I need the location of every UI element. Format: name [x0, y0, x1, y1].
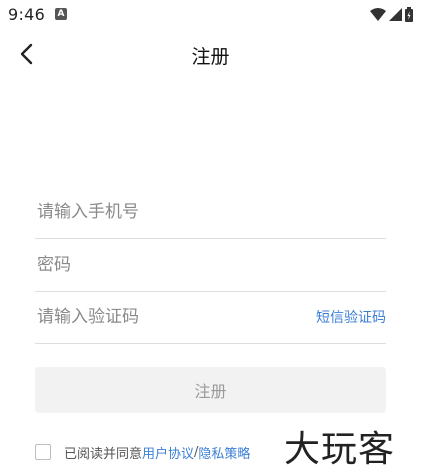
- battery-icon: [405, 6, 413, 22]
- status-bar: 9:46 A: [0, 0, 421, 28]
- signal-icon: [389, 7, 402, 21]
- register-button[interactable]: 注册: [35, 367, 386, 413]
- watermark-logo: 大玩客: [284, 429, 396, 470]
- a-letter-icon: A: [55, 8, 67, 20]
- agreement-checkbox[interactable]: [35, 444, 51, 460]
- password-input[interactable]: [35, 239, 299, 291]
- user-agreement-link[interactable]: 用户协议: [142, 443, 194, 462]
- agreement-row: 已阅读并同意 用户协议 / 隐私策略: [35, 442, 250, 462]
- nav-bar: 注册: [0, 30, 421, 78]
- sms-code-link[interactable]: 短信验证码: [316, 307, 386, 327]
- phone-input[interactable]: [35, 186, 299, 238]
- page-title: 注册: [191, 46, 230, 68]
- privacy-policy-link[interactable]: 隐私策略: [198, 443, 250, 462]
- code-field: 短信验证码: [35, 291, 386, 344]
- status-icons: [370, 6, 413, 22]
- password-field: [35, 239, 386, 292]
- agreement-text: 已阅读并同意: [64, 446, 143, 462]
- verification-code-input[interactable]: [35, 291, 299, 343]
- phone-field: [35, 186, 386, 239]
- wifi-icon: [370, 7, 386, 21]
- status-time: 9:46: [8, 5, 46, 24]
